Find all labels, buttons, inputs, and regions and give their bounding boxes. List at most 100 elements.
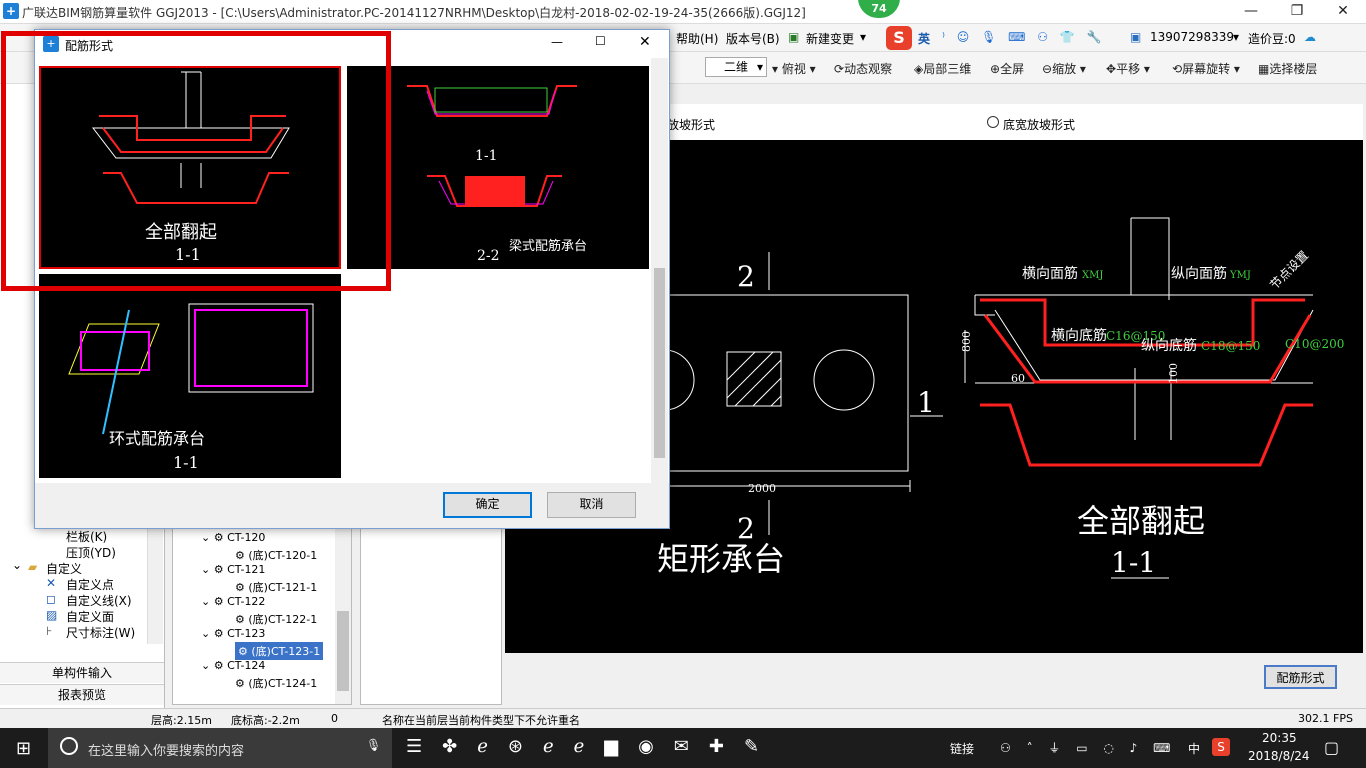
dynamic-view-button[interactable]: ⟳动态观察	[834, 60, 892, 77]
windows-start-icon[interactable]: ⊞	[16, 738, 31, 759]
radio-button[interactable]	[987, 116, 999, 128]
nav-item[interactable]: 自定义线(X)	[66, 592, 132, 609]
nav-item[interactable]: 自定义点	[66, 576, 114, 593]
menu-help[interactable]: 帮助(H)	[676, 30, 718, 47]
dialog-scrollbar[interactable]	[651, 58, 668, 483]
fullscreen-button[interactable]: ⊕全屏	[990, 60, 1024, 77]
rotate-button[interactable]: ⟲屏幕旋转 ▾	[1172, 60, 1240, 77]
tree-row[interactable]: ⚙ (底)CT-124-1	[235, 675, 317, 691]
mic-icon[interactable]: 🎙	[366, 738, 381, 752]
option-beam-cap[interactable]: 1-1 2-2 梁式配筋承台	[347, 66, 649, 269]
price-beans[interactable]: 造价豆:0	[1248, 30, 1296, 47]
face-icon: ▨	[46, 608, 58, 622]
tree-row[interactable]: ⚙ (底)CT-121-1	[235, 579, 317, 595]
tree-row[interactable]: ⌄ ⚙ CT-124	[201, 659, 265, 672]
clock-date[interactable]: 2018/8/24	[1248, 749, 1310, 763]
tray-icons[interactable]: ⚇ ˄ ⏚ ▭ ◌ ♪ ⌨	[1000, 739, 1176, 756]
menu-new-change[interactable]: 新建变更	[806, 30, 854, 47]
new-change-icon: ▣	[788, 30, 800, 44]
folder-icon: ▰	[28, 560, 38, 574]
close-icon[interactable]: ✕	[639, 34, 651, 50]
nav-item[interactable]: 栏板(K)	[66, 528, 107, 545]
component-tree: ⌄ ⚙ CT-120 ⚙ (底)CT-120-1 ⌄ ⚙ CT-121 ⚙ (底…	[172, 500, 352, 705]
select-floor-button[interactable]: ▦选择楼层	[1258, 60, 1317, 77]
menu-version[interactable]: 版本号(B)	[726, 30, 780, 47]
cloud-icon[interactable]: ☁	[1304, 30, 1316, 44]
nav-folder[interactable]: 自定义	[46, 560, 82, 577]
clock-time[interactable]: 20:35	[1262, 731, 1297, 745]
cad-text: C18@150	[1201, 339, 1260, 353]
taskbar: ⊞ 在这里输入你要搜索的内容 🎙 ☰✤ℯ⊛ℯℯ▆◉✉✚✎ 链接 ⚇ ˄ ⏚ ▭ …	[0, 728, 1366, 768]
local-3d-button[interactable]: ◈局部三维	[914, 60, 971, 77]
cad-text: XMJ	[1082, 270, 1103, 281]
chevron-down-icon: ▾	[860, 30, 867, 44]
notification-badge[interactable]: 74	[858, 0, 900, 18]
ok-button[interactable]: 确定	[443, 492, 532, 518]
rebar-config-button[interactable]: 配筋形式	[1264, 665, 1337, 689]
minimize-icon[interactable]: —	[551, 35, 563, 49]
radio-bottom-width-label[interactable]: 底宽放坡形式	[1003, 116, 1075, 133]
chevron-down-icon: ▾	[1233, 30, 1240, 44]
tree-label: CT-120	[227, 531, 266, 544]
nav-item[interactable]: 自定义面	[66, 608, 114, 625]
ime-tools-icons[interactable]: ⁾ ☺ 🎙 ⌨ ⚇ 👕 🔧	[942, 30, 1106, 44]
cad-text: 横向面筋	[1022, 265, 1078, 282]
taskbar-apps[interactable]: ☰✤ℯ⊛ℯℯ▆◉✉✚✎	[406, 736, 779, 757]
search-box[interactable]: 在这里输入你要搜索的内容 🎙	[48, 728, 392, 768]
cad-label: 1	[917, 386, 935, 419]
tree-scrollbar[interactable]	[335, 501, 351, 704]
cad-text: 纵向面筋	[1171, 265, 1227, 282]
user-phone[interactable]: 13907298339	[1150, 30, 1234, 44]
maximize-button[interactable]: ❐	[1274, 0, 1320, 24]
select-floor-label: 选择楼层	[1269, 62, 1318, 76]
tree-row[interactable]: ⌄ ⚙ CT-121	[201, 563, 265, 576]
pan-button[interactable]: ✥平移 ▾	[1106, 60, 1150, 77]
point-icon: ✕	[46, 576, 57, 590]
report-preview-button[interactable]: 报表预览	[0, 684, 164, 705]
tree-label: (底)CT-122-1	[248, 613, 318, 626]
tree-row-selected[interactable]: ⚙ (底)CT-123-1	[235, 642, 324, 660]
tree-row[interactable]: ⚙ (底)CT-122-1	[235, 611, 317, 627]
app-icon: +	[3, 3, 19, 19]
sogou-icon[interactable]: S	[886, 26, 912, 50]
sogou-tray-icon[interactable]: S	[1212, 738, 1230, 756]
tree-row[interactable]: ⌄ ⚙ CT-120	[201, 531, 265, 544]
cad-text: 全部翻起	[1077, 502, 1205, 540]
option-section: 2-2	[477, 248, 500, 264]
status-zero: 0	[331, 712, 338, 725]
tree-row[interactable]: ⌄ ⚙ CT-122	[201, 595, 265, 608]
expand-icon[interactable]: ⌄	[12, 558, 22, 572]
cad-title: 矩形承台	[657, 540, 785, 578]
minimize-button[interactable]: —	[1228, 0, 1274, 24]
zoom-label: 缩放	[1052, 62, 1077, 76]
nav-item[interactable]: 压顶(YD)	[66, 544, 116, 561]
phone-icon: ▣	[1130, 30, 1142, 44]
view-mode-select[interactable]: 二维 ▾	[705, 57, 767, 77]
bottom-elevation: 底标高:-2.2m	[231, 714, 300, 727]
zoom-button[interactable]: ⊖缩放 ▾	[1042, 60, 1086, 77]
close-button[interactable]: ✕	[1320, 0, 1366, 24]
link-label[interactable]: 链接	[950, 740, 974, 757]
ime-lang[interactable]: 中	[1188, 740, 1200, 757]
tree-label: (底)CT-124-1	[248, 677, 318, 690]
fullscreen-label: 全屏	[1000, 62, 1025, 76]
nav-item[interactable]: 尺寸标注(W)	[66, 624, 135, 641]
maximize-icon[interactable]: ☐	[595, 34, 606, 48]
tree-label: (底)CT-121-1	[248, 581, 318, 594]
tree-row[interactable]: ⚙ (底)CT-120-1	[235, 547, 317, 563]
ime-en[interactable]: 英	[918, 30, 930, 47]
search-icon	[60, 737, 78, 755]
cad-text: 100	[1167, 363, 1180, 384]
search-placeholder: 在这里输入你要搜索的内容	[88, 744, 245, 759]
highlight-box	[1, 31, 391, 291]
notification-icon[interactable]: ▢	[1324, 738, 1339, 757]
option-section: 1-1	[475, 148, 498, 164]
topview-button[interactable]: ▾ 俯视 ▾	[772, 60, 816, 77]
status-bar: 层高:2.15m 底标高:-2.2m 0 名称在当前层当前构件类型下不允许重名 …	[0, 708, 1366, 728]
tree-row[interactable]: ⌄ ⚙ CT-123	[201, 627, 265, 640]
single-component-input-button[interactable]: 单构件输入	[0, 662, 164, 683]
cancel-button[interactable]: 取消	[547, 492, 636, 518]
tree-scrollbar[interactable]	[147, 524, 163, 644]
cad-label: 2	[737, 260, 755, 293]
option-ring-cap[interactable]: 环式配筋承台 1-1	[39, 274, 341, 478]
